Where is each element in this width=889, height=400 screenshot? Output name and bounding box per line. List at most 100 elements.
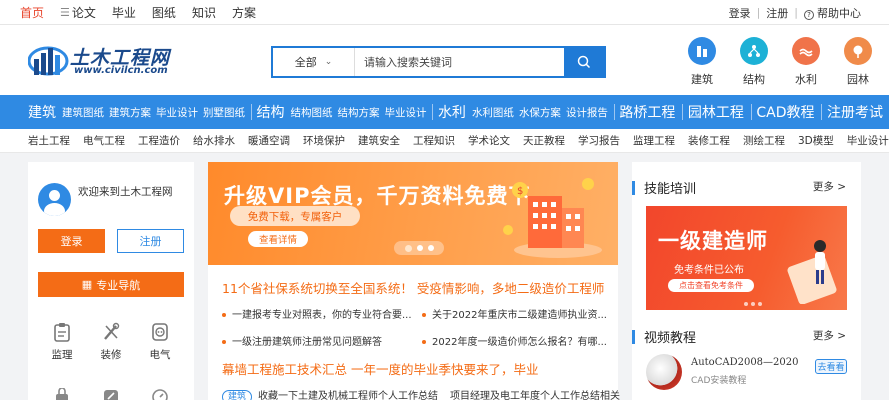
nav-water[interactable]: 水利: [438, 102, 466, 122]
subnav-item[interactable]: 3D模型: [798, 133, 834, 148]
subnav-item[interactable]: 学术论文: [468, 133, 510, 148]
news-item[interactable]: 一建报考专业对照表，你的专业符合要...: [222, 306, 412, 321]
subnav-item[interactable]: 工程造价: [138, 133, 180, 148]
banner-cta[interactable]: 点击查看免考条件: [668, 279, 754, 292]
subnav-item[interactable]: 测绘工程: [743, 133, 785, 148]
nav-architecture[interactable]: 建筑: [28, 102, 56, 122]
carousel-dot[interactable]: [416, 245, 423, 251]
tool-label: 装修: [100, 349, 122, 361]
nav-garden[interactable]: 园林工程: [688, 102, 744, 122]
subnav-item[interactable]: 建筑安全: [358, 133, 400, 148]
subnav-item[interactable]: 电气工程: [83, 133, 125, 148]
nav-link[interactable]: 别墅图纸: [203, 105, 245, 120]
banner-detail-button[interactable]: 查看详情: [248, 231, 308, 247]
constructor-banner[interactable]: 一级建造师 免考条件已公布 点击查看免考条件: [646, 206, 847, 310]
topnav-graduation[interactable]: 毕业: [112, 4, 136, 21]
headline-1[interactable]: 11个省社保系统切换至全国系统！ 受疫情影响，多地二级造价工程师: [222, 278, 604, 297]
subnav-item[interactable]: 给水排水: [193, 133, 235, 148]
subnav-item[interactable]: 环境保护: [303, 133, 345, 148]
subnav-item[interactable]: 天正教程: [523, 133, 565, 148]
tool-supervision[interactable]: 监理: [42, 322, 82, 362]
topnav-thesis[interactable]: ☰ 论文: [60, 4, 96, 21]
news-item[interactable]: 项目经理及电工年度个人工作总结相关: [450, 387, 620, 400]
category-label: 园林: [847, 73, 869, 86]
building-illustration-icon: $: [503, 178, 602, 258]
subnav-item[interactable]: 工程知识: [413, 133, 455, 148]
video-title[interactable]: AutoCAD2008—2020: [691, 357, 799, 368]
subnav-item[interactable]: 装修工程: [688, 133, 730, 148]
news-item[interactable]: 2022年度一级造价师怎么报名？有哪...: [422, 333, 607, 348]
search-button[interactable]: [564, 48, 604, 76]
major-navigation-label: 专业导航: [96, 278, 141, 292]
nav-link[interactable]: 设计报告: [566, 105, 608, 120]
nav-structure[interactable]: 结构: [256, 102, 284, 122]
video-item: AutoCAD2008—2020 CAD安装教程 去看看: [646, 354, 847, 398]
category-water[interactable]: 水利: [780, 37, 832, 87]
headline-2[interactable]: 幕墙工程施工技术汇总 一年一度的毕业季快要来了，毕业: [222, 359, 538, 378]
carousel-dot[interactable]: [751, 302, 755, 306]
category-tag[interactable]: 建筑: [222, 390, 253, 400]
topnav-knowledge[interactable]: 知识: [192, 4, 216, 21]
login-button[interactable]: 登录: [38, 229, 105, 253]
major-navigation-button[interactable]: ▦ 专业导航: [38, 272, 184, 297]
nav-link[interactable]: 建筑图纸: [62, 105, 104, 120]
lock-icon[interactable]: [42, 388, 82, 400]
edit-icon[interactable]: [91, 388, 131, 400]
topnav-plans[interactable]: 方案: [232, 4, 256, 21]
video-subtitle: CAD安装教程: [691, 376, 747, 386]
carousel-dot[interactable]: [404, 244, 412, 252]
topnav-thesis-label: 论文: [71, 6, 96, 20]
subnav-item[interactable]: 毕业设计: [847, 133, 889, 148]
news-item-text: 项目经理及电工年度个人工作总结相关: [450, 391, 620, 400]
category-garden[interactable]: 园林: [832, 37, 884, 87]
news-item[interactable]: 一级注册建筑师注册常见问题解答: [222, 333, 382, 348]
nav-link[interactable]: 水保方案: [519, 105, 561, 120]
nav-link[interactable]: 水利图纸: [472, 105, 514, 120]
carousel-dot[interactable]: [427, 245, 434, 251]
nav-link[interactable]: 毕业设计: [156, 105, 198, 120]
tool-electrical[interactable]: 电气: [140, 322, 180, 362]
tool-decoration[interactable]: 装修: [91, 322, 131, 362]
nav-link[interactable]: 结构图纸: [290, 105, 332, 120]
topnav-home[interactable]: 首页: [20, 4, 44, 21]
subnav-item[interactable]: 监理工程: [633, 133, 675, 148]
subnav-item[interactable]: 暖通空调: [248, 133, 290, 148]
more-link-videos[interactable]: 更多 >: [813, 328, 846, 343]
search-scope-select[interactable]: 全部 ⌄: [273, 48, 355, 76]
watch-button[interactable]: 去看看: [815, 359, 847, 374]
search-icon: [577, 55, 591, 69]
subnav-item[interactable]: 学习报告: [578, 133, 620, 148]
category-structure[interactable]: 结构: [728, 37, 780, 87]
help-center-link[interactable]: ? 帮助中心: [804, 5, 861, 21]
register-link[interactable]: 注册: [766, 5, 788, 21]
tree-icon: [844, 37, 872, 65]
category-architecture[interactable]: 建筑: [676, 37, 728, 87]
nav-link[interactable]: 结构方案: [337, 105, 379, 120]
news-item-text: 2022年度一级造价师怎么报名？有哪...: [432, 337, 607, 348]
vip-banner[interactable]: 升级VIP会员，千万资料免费下 免费下载，专属客户 查看详情 $: [208, 162, 618, 265]
chevron-right-icon: >: [833, 181, 846, 193]
news-item[interactable]: 建筑 收藏一下土建及机械工程师个人工作总结: [222, 387, 438, 400]
news-item[interactable]: 关于2022年重庆市二级建造师执业资...: [422, 306, 607, 321]
more-label: 更多: [812, 330, 834, 342]
nav-registration-exam[interactable]: 注册考试: [827, 102, 883, 122]
subnav-item[interactable]: 岩土工程: [28, 133, 70, 148]
logo-url: www.civilcn.com: [74, 65, 168, 76]
news-item-text: 收藏一下土建及机械工程师个人工作总结: [258, 391, 439, 400]
carousel-dot[interactable]: [744, 302, 748, 306]
site-logo[interactable]: 土木工程网 www.civilcn.com: [28, 41, 178, 81]
carousel-dot[interactable]: [758, 302, 762, 306]
nav-link[interactable]: 毕业设计: [384, 105, 426, 120]
nav-link[interactable]: 建筑方案: [109, 105, 151, 120]
more-link-skills[interactable]: 更多 >: [813, 179, 846, 194]
video-thumbnail[interactable]: [646, 354, 682, 390]
login-link[interactable]: 登录: [729, 5, 751, 21]
search-input[interactable]: [355, 48, 564, 76]
nav-road-bridge[interactable]: 路桥工程: [619, 102, 675, 122]
building-icon: [688, 37, 716, 65]
carousel-dots: [744, 302, 762, 306]
gauge-icon[interactable]: [140, 388, 180, 400]
nav-cad-tutorial[interactable]: CAD教程: [756, 102, 814, 122]
topnav-drawings[interactable]: 图纸: [152, 4, 176, 21]
register-button[interactable]: 注册: [117, 229, 184, 253]
